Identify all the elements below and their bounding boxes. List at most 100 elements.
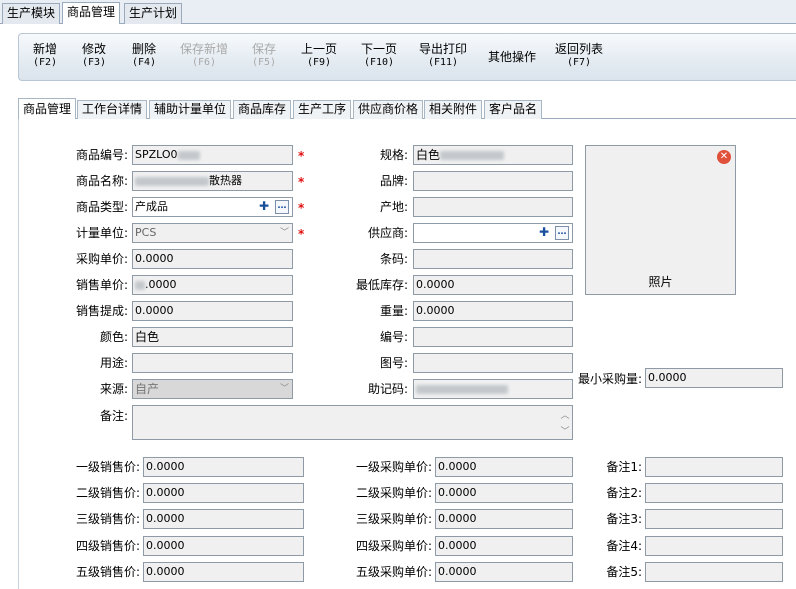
code-label: 商品编号: [75,148,128,162]
color-label: 颜色: [99,330,128,344]
name-label: 商品名称: [75,174,128,188]
sale-level-2-field[interactable]: 0.0000 [143,483,304,503]
weight-label: 重量: [379,304,408,318]
purchase-level-3-label: 三级采购单价: [355,512,432,526]
save-new-button[interactable]: 保存新增 (F6) [178,42,230,69]
unit-label: 计量单位: [75,226,128,240]
remark-5-label: 备注5: [606,565,642,579]
module-tab-bar: 生产模块 商品管理 生产计划 [0,0,796,24]
brand-field[interactable] [413,171,573,191]
spec-label: 规格: [379,148,408,162]
purchase-level-4-label: 四级采购单价: [355,539,432,553]
remark-4-label: 备注4: [606,539,642,553]
barcode-label: 条码: [379,252,408,266]
module-tab-goods[interactable]: 商品管理 [62,2,121,24]
purchase-level-5-field[interactable]: 0.0000 [435,562,573,582]
save-button[interactable]: 保存 (F5) [238,42,290,69]
tab-aux-unit[interactable]: 辅助计量单位 [149,100,232,119]
purchase-level-1-field[interactable]: 0.0000 [435,457,573,477]
detail-tab-bar: 商品管理 工作台详情 辅助计量单位 商品库存 生产工序 供应商价格 相关附件 客… [18,98,796,119]
prev-page-button[interactable]: 上一页 (F9) [293,42,345,69]
photo-box[interactable]: ✕ 照片 [585,145,736,295]
min-stock-field[interactable]: 0.0000 [413,275,573,295]
tab-process[interactable]: 生产工序 [293,100,352,119]
remark-1-label: 备注1: [606,460,642,474]
remark-2-field[interactable] [645,483,783,503]
scrollbar[interactable]: ︿ ﹀ [560,408,570,439]
spec-field[interactable]: 白色 [413,145,573,165]
barcode-field[interactable] [413,249,573,269]
min-stock-label: 最低库存: [355,278,408,292]
required-mark: * [298,201,305,215]
remark-5-field[interactable] [645,562,783,582]
drawing-no-label: 图号: [379,356,408,370]
add-icon[interactable]: ✚ [257,200,271,214]
sale-level-5-field[interactable]: 0.0000 [143,562,304,582]
delete-button[interactable]: 删除 (F4) [118,42,170,69]
purchase-level-5-label: 五级采购单价: [355,565,432,579]
required-mark: * [298,227,305,241]
sale-level-3-field[interactable]: 0.0000 [143,509,304,529]
unit-select[interactable]: PCS ﹀ [132,223,293,243]
tab-stock[interactable]: 商品库存 [233,100,292,119]
color-field[interactable]: 白色 [132,327,293,347]
supplier-label: 供应商: [367,226,408,240]
sale-level-2-label: 二级销售价: [75,486,140,500]
export-print-button[interactable]: 导出打印 (F11) [417,42,469,69]
sale-level-4-field[interactable]: 0.0000 [143,536,304,556]
remark-4-field[interactable] [645,536,783,556]
purchase-price-field[interactable]: 0.0000 [132,249,293,269]
remark-2-label: 备注2: [606,486,642,500]
number-label: 编号: [379,330,408,344]
sale-price-field[interactable]: .0000 [132,275,293,295]
sale-price-label: 销售单价: [75,278,128,292]
min-purchase-field[interactable]: 0.0000 [645,368,783,388]
brand-label: 品牌: [379,174,408,188]
source-select[interactable]: 自产 ﹀ [132,379,293,399]
purchase-level-1-label: 一级采购单价: [355,460,432,474]
purchase-level-4-field[interactable]: 0.0000 [435,536,573,556]
origin-field[interactable] [413,197,573,217]
drawing-no-field[interactable] [413,353,573,373]
number-field[interactable] [413,327,573,347]
sale-level-4-label: 四级销售价: [75,539,140,553]
remark-1-field[interactable] [645,457,783,477]
type-field[interactable]: 产成品 ✚ … [132,197,293,217]
sale-level-3-label: 三级销售价: [75,512,140,526]
purchase-level-3-field[interactable]: 0.0000 [435,509,573,529]
tab-goods[interactable]: 商品管理 [18,98,77,119]
back-to-list-button[interactable]: 返回列表 (F7) [553,42,605,69]
required-mark: * [298,175,305,189]
close-icon[interactable]: ✕ [717,150,731,164]
name-field[interactable]: 散热器 [132,171,293,191]
next-page-button[interactable]: 下一页 (F10) [353,42,405,69]
origin-label: 产地: [379,200,408,214]
weight-field[interactable]: 0.0000 [413,301,573,321]
more-icon[interactable]: … [275,200,289,214]
edit-button[interactable]: 修改 (F3) [68,42,120,69]
more-icon[interactable]: … [555,226,569,240]
type-label: 商品类型: [75,200,128,214]
code-field[interactable]: SPZLO0 [132,145,293,165]
module-tab-production[interactable]: 生产模块 [2,3,61,24]
tab-workbench[interactable]: 工作台详情 [77,100,148,119]
remark-textarea[interactable]: ︿ ﹀ [132,405,573,440]
min-purchase-label: 最小采购量: [577,372,642,386]
supplier-field[interactable]: ✚ … [413,223,573,243]
mnemonic-field[interactable] [413,379,573,399]
module-tab-plan[interactable]: 生产计划 [124,3,183,24]
toolbar: 新增 (F2) 修改 (F3) 删除 (F4) 保存新增 (F6) 保存 (F5) 上一页… [18,33,796,81]
tab-supplier-price[interactable]: 供应商价格 [353,100,424,119]
usage-field[interactable] [132,353,293,373]
new-button[interactable]: 新增 (F2) [19,42,71,69]
purchase-level-2-label: 二级采购单价: [355,486,432,500]
add-icon[interactable]: ✚ [537,226,551,240]
sale-level-1-field[interactable]: 0.0000 [143,457,304,477]
other-actions-button[interactable]: 其他操作 [486,50,538,64]
sale-level-1-label: 一级销售价: [75,460,140,474]
tab-attachments[interactable]: 相关附件 [424,100,483,119]
purchase-level-2-field[interactable]: 0.0000 [435,483,573,503]
commission-field[interactable]: 0.0000 [132,301,293,321]
remark-3-field[interactable] [645,509,783,529]
tab-customer-name[interactable]: 客户品名 [484,100,543,119]
